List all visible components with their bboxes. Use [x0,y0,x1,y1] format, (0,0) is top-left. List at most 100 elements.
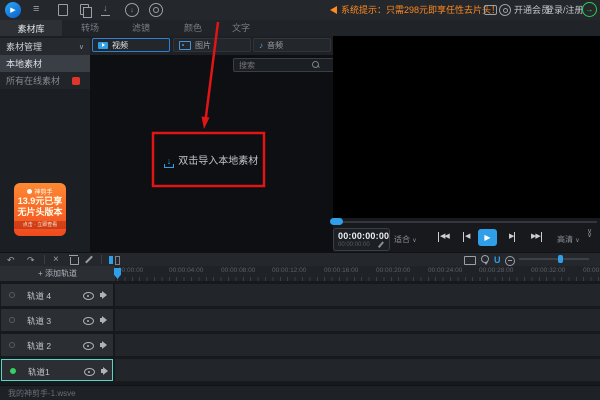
video-icon [98,42,108,49]
ruler-label: 00:00:08:00 [221,267,255,274]
divider [44,255,45,264]
search-icon[interactable] [312,61,319,68]
eye-icon[interactable] [83,292,94,300]
tab-audio[interactable]: ♪ 音频 [253,38,331,52]
status-bar: 我的神剪手-1.wsve [0,385,600,400]
divider [101,255,102,264]
next-frame-button[interactable]: ▶ [509,232,515,242]
chevron-down-icon: ∨ [575,238,579,244]
track-radio[interactable] [9,317,15,323]
import-download-icon: ↓ [165,156,174,168]
timecode-current: 00:00:00:00 [338,231,389,241]
eye-icon[interactable] [84,368,95,376]
settings-icon[interactable] [149,3,163,17]
track-header-3[interactable]: 轨道 3 [1,309,113,331]
edit-timecode-icon[interactable] [378,241,384,247]
app-window: ▶ ≡ ↓ ↓ 系统提示：只需298元即享任性去片头！ 开通会员 登录/注册 →… [0,0,600,400]
promo-logo-icon [27,189,32,194]
tab-image[interactable]: 图片 [173,38,251,52]
new-file-icon[interactable] [58,4,68,16]
play-button[interactable]: ▶ [478,229,497,246]
ruler-label: 00:00:04:00 [169,267,203,274]
download-icon[interactable]: ↓ [125,3,139,17]
track-radio[interactable] [9,342,15,348]
delete-icon[interactable] [70,257,79,265]
seek-handle[interactable] [330,218,343,225]
sidebar-item-local[interactable]: 本地素材 [0,55,90,72]
timeline-ruler[interactable]: 00:00:00 00:00:04:00 00:00:08:00 00:00:1… [115,266,600,281]
track-header-1-selected[interactable]: 轨道1 [1,359,113,381]
preview-screen[interactable] [333,36,600,218]
chevron-down-icon: ∨ [79,43,84,51]
timeline-zoom-slider[interactable] [519,258,589,260]
login-button[interactable]: 登录/注册 [545,5,584,15]
image-icon [179,41,191,50]
timeline-zoom-handle[interactable] [558,255,563,263]
ruler-label: 00:00:28:00 [479,267,513,274]
tab-transition[interactable]: 转场 [81,20,99,36]
collapse-preview-button[interactable]: ∨∨ [587,230,592,238]
edit-icon[interactable] [85,256,93,264]
magnet-icon[interactable]: U [494,254,501,266]
project-name: 我的神剪手-1.wsve [8,388,76,399]
quality-dropdown[interactable]: 高清 ∨ [557,234,580,245]
tab-library[interactable]: 素材库 [0,20,62,36]
zoom-out-icon[interactable] [505,256,515,266]
speaker-icon[interactable] [100,343,103,347]
track-header-4[interactable]: 轨道 4 [1,284,113,306]
promo-line3: 点击 · 立即查看 [14,221,66,229]
timecode-total: 00:00:00:00 [338,242,370,248]
tab-text[interactable]: 文字 [232,20,250,36]
track-header-2[interactable]: 轨道 2 [1,334,113,356]
app-logo[interactable]: ▶ [5,2,21,18]
main-tab-bar: 素材库 转场 滤镜 颜色 文字 [0,20,600,37]
message-icon[interactable] [484,5,497,15]
system-promo-text[interactable]: 系统提示：只需298元即享任性去片头！ [341,5,500,15]
gear-icon[interactable] [499,4,511,16]
tab-color[interactable]: 颜色 [184,20,202,36]
skip-start-button[interactable]: ◀◀ [438,232,449,242]
timecode-box[interactable]: 00:00:00:00 00:00:00:00 [333,228,390,251]
track-radio-active[interactable] [10,368,16,374]
menu-icon[interactable]: ≡ [33,4,39,15]
promo-line1: 13.9元已享 [14,196,66,207]
marker-icon[interactable] [481,255,489,263]
split-clip-icon[interactable] [109,256,119,264]
title-bar: ▶ ≡ ↓ ↓ 系统提示：只需298元即享任性去片头！ 开通会员 登录/注册 → [0,0,600,21]
prev-frame-button[interactable]: ◀ [463,232,469,242]
undo-icon[interactable]: ↶ [7,254,15,266]
seek-bar[interactable] [333,221,597,223]
speaker-icon[interactable] [100,293,103,297]
ruler-label: 00:00:20:00 [376,267,410,274]
add-track-button[interactable]: + 添加轨道 [0,266,116,281]
service-icon[interactable]: → [582,2,597,17]
sidebar-item-online[interactable]: 所有在线素材 [0,72,90,89]
tab-filter[interactable]: 滤镜 [132,20,150,36]
skip-end-button[interactable]: ▶▶ [531,232,542,242]
track-lane-2[interactable] [115,334,600,356]
tab-video[interactable]: 视频 [92,38,170,52]
megaphone-icon [330,6,337,14]
cut-icon[interactable]: × [53,254,59,266]
track-lane-4[interactable] [115,284,600,306]
eye-icon[interactable] [83,317,94,325]
promo-line2: 无片头版本 [14,207,66,218]
fit-dropdown[interactable]: 适合 ∨ [394,234,417,245]
speaker-icon[interactable] [101,369,104,373]
hot-badge [72,77,80,85]
search-input[interactable] [233,58,342,72]
project-icon[interactable] [80,4,89,15]
redo-icon[interactable]: ↷ [27,254,35,266]
promo-card[interactable]: 神剪手 13.9元已享 无片头版本 点击 · 立即查看 [14,183,66,236]
chevron-down-icon: ∨ [412,238,416,244]
eye-icon[interactable] [83,342,94,350]
library-sidebar: 素材管理 ∨ 本地素材 所有在线素材 神剪手 13.9元已享 无片头版本 点击 … [0,36,90,252]
track-lane-1[interactable] [115,359,600,381]
import-dropzone[interactable]: ↓双击导入本地素材 [90,152,333,168]
speaker-icon[interactable] [100,318,103,322]
import-icon[interactable]: ↓ [101,4,110,16]
keyboard-icon[interactable] [464,256,476,265]
track-radio[interactable] [9,292,15,298]
track-lane-3[interactable] [115,309,600,331]
material-manage-row[interactable]: 素材管理 ∨ [0,38,90,55]
